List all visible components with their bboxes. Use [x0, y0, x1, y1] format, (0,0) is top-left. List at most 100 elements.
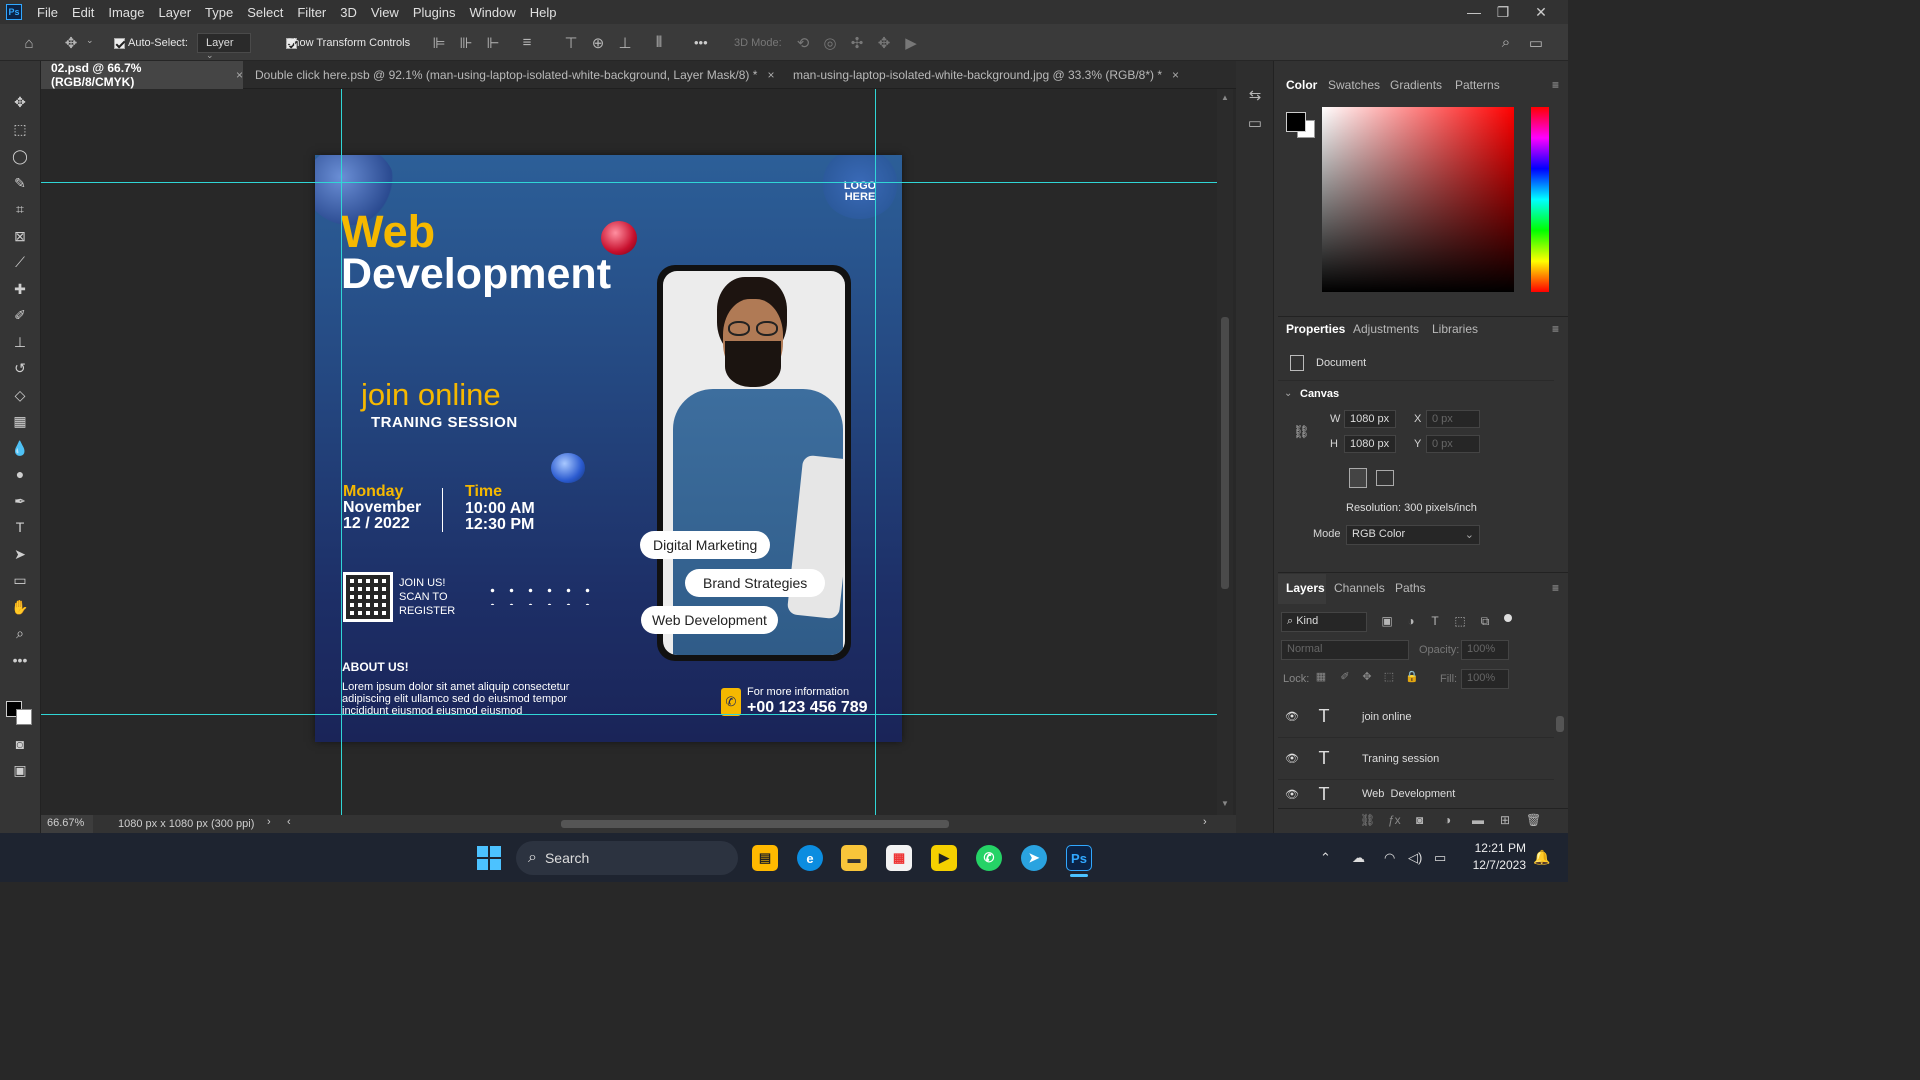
roll-3d-icon[interactable]: ◎	[821, 34, 839, 52]
quick-mask-icon[interactable]: ◙	[8, 733, 32, 755]
chevron-down-icon[interactable]: ⌄	[86, 35, 94, 46]
tab-properties[interactable]: Properties	[1286, 322, 1345, 336]
move-tool-icon[interactable]: ✥	[60, 33, 82, 53]
eyedropper-tool-icon[interactable]: ⟋	[8, 251, 32, 273]
image-filter-icon[interactable]: ▣	[1380, 614, 1394, 628]
close-window-icon[interactable]: ✕	[1524, 0, 1558, 24]
auto-select-checkbox[interactable]	[114, 38, 125, 49]
canvas-x-field[interactable]: 0 px	[1426, 410, 1480, 428]
lasso-tool-icon[interactable]: ◯	[8, 145, 32, 167]
align-right-icon[interactable]: ⊩	[484, 34, 502, 52]
taskbar-search-box[interactable]: ⌕ Search	[516, 841, 738, 875]
home-icon[interactable]: ⌂	[18, 33, 40, 53]
horizontal-scroll-thumb[interactable]	[561, 820, 949, 828]
smart-object-filter-icon[interactable]: ⧉	[1478, 614, 1492, 629]
camera-3d-icon[interactable]: ▶	[902, 34, 920, 52]
tab-paths[interactable]: Paths	[1395, 581, 1426, 595]
delete-layer-icon[interactable]: 🗑	[1526, 813, 1541, 827]
fill-field[interactable]: 100%	[1461, 669, 1509, 689]
lock-pixels-icon[interactable]: ✐	[1338, 670, 1352, 683]
history-brush-icon[interactable]: ↺	[8, 357, 32, 379]
chevron-up-icon[interactable]: ⌃	[1320, 850, 1331, 866]
start-icon[interactable]	[477, 846, 501, 870]
stamp-tool-icon[interactable]: ⊥	[8, 331, 32, 353]
tab-libraries[interactable]: Libraries	[1432, 322, 1478, 336]
tab-double-click-psb[interactable]: Double click here.psb @ 92.1% (man-using…	[245, 61, 775, 89]
align-top-icon[interactable]: ⊤	[562, 34, 580, 52]
telegram-icon[interactable]: ➤	[1021, 845, 1047, 871]
adjustment-layer-icon[interactable]: ◑	[1444, 813, 1451, 827]
file-explorer-icon[interactable]: ▬	[841, 845, 867, 871]
volume-icon[interactable]: ◁)	[1408, 850, 1422, 866]
guide-horizontal[interactable]	[41, 182, 1217, 183]
opacity-field[interactable]: 100%	[1461, 640, 1509, 660]
scroll-up-icon[interactable]: ▲	[1221, 93, 1229, 102]
close-tab-icon[interactable]: ×	[236, 68, 243, 82]
frame-tool-icon[interactable]: ⊠	[8, 225, 32, 247]
gradient-tool-icon[interactable]: ▦	[8, 410, 32, 432]
tab-color[interactable]: Color	[1286, 78, 1317, 92]
rectangle-tool-icon[interactable]: ▭	[8, 569, 32, 591]
link-icon[interactable]: ⛓	[1293, 424, 1310, 440]
edge-icon[interactable]: e	[797, 845, 823, 871]
background-color-swatch[interactable]	[16, 709, 32, 725]
hand-tool-icon[interactable]: ✋	[8, 596, 32, 618]
portrait-orientation-icon[interactable]	[1349, 468, 1367, 488]
guide-vertical[interactable]	[341, 89, 342, 815]
zoom-tool-icon[interactable]: ⌕	[8, 622, 32, 644]
scroll-down-icon[interactable]: ▼	[1221, 799, 1229, 808]
new-layer-icon[interactable]: ⊞	[1500, 813, 1510, 827]
canvas-height-field[interactable]: 1080 px	[1344, 435, 1396, 453]
link-layers-icon[interactable]: ⛓	[1360, 813, 1375, 827]
chevron-down-icon[interactable]: ⌄	[1284, 388, 1292, 399]
eraser-tool-icon[interactable]: ◇	[8, 384, 32, 406]
marquee-tool-icon[interactable]: ⬚	[8, 118, 32, 140]
adjustment-filter-icon[interactable]: ◑	[1404, 614, 1418, 628]
orbit-3d-icon[interactable]: ⟲	[794, 34, 812, 52]
menu-image[interactable]: Image	[101, 5, 151, 20]
scrollbar-thumb[interactable]	[1221, 317, 1229, 589]
layers-scrollbar-thumb[interactable]	[1556, 716, 1564, 732]
tab-patterns[interactable]: Patterns	[1455, 78, 1500, 92]
layer-row[interactable]: 👁 T Traning session	[1278, 738, 1554, 780]
guide-vertical[interactable]	[875, 89, 876, 815]
move-tool-icon[interactable]: ✥	[8, 91, 32, 113]
onedrive-icon[interactable]: ☁	[1352, 850, 1365, 866]
close-tab-icon[interactable]: ×	[1172, 68, 1179, 82]
player-icon[interactable]: ▶	[931, 845, 957, 871]
scroll-right-icon[interactable]: ›	[1203, 816, 1207, 828]
whatsapp-icon[interactable]: ✆	[976, 845, 1002, 871]
panel-menu-icon[interactable]: ≡	[1552, 322, 1559, 336]
menu-3d[interactable]: 3D	[333, 5, 364, 20]
align-center-icon[interactable]: ⊪	[457, 34, 475, 52]
menu-view[interactable]: View	[364, 5, 406, 20]
add-mask-icon[interactable]: ◙	[1416, 813, 1423, 827]
slide-3d-icon[interactable]: ✥	[875, 34, 893, 52]
menu-type[interactable]: Type	[198, 5, 240, 20]
new-group-icon[interactable]: ▬	[1472, 813, 1484, 827]
pan-3d-icon[interactable]: ✣	[848, 34, 866, 52]
panel-menu-icon[interactable]: ≡	[1552, 581, 1559, 595]
menu-file[interactable]: File	[30, 5, 65, 20]
layer-row[interactable]: 👁 T join online	[1278, 696, 1554, 738]
tab-adjustments[interactable]: Adjustments	[1353, 322, 1419, 336]
distribute-icon[interactable]: ≡	[518, 34, 536, 51]
fx-icon[interactable]: ƒx	[1388, 813, 1401, 827]
align-left-icon[interactable]: ⊫	[430, 34, 448, 52]
type-filter-icon[interactable]: T	[1428, 614, 1442, 628]
landscape-orientation-icon[interactable]	[1376, 470, 1394, 486]
vertical-scrollbar[interactable]: ▲ ▼	[1217, 89, 1233, 815]
color-mode-dropdown[interactable]: RGB Color ⌄	[1346, 525, 1480, 545]
chevron-right-icon[interactable]: ›	[267, 816, 271, 828]
screen-mode-icon[interactable]: ▣	[8, 759, 32, 781]
menu-help[interactable]: Help	[523, 5, 564, 20]
menu-filter[interactable]: Filter	[290, 5, 333, 20]
scroll-left-icon[interactable]: ‹	[287, 816, 291, 828]
canvas-area[interactable]: LOGO HERE Web Development join online TR…	[41, 89, 1217, 815]
battery-icon[interactable]: ▭	[1434, 850, 1446, 866]
tab-layers[interactable]: Layers	[1286, 581, 1325, 595]
healing-brush-icon[interactable]: ✚	[8, 278, 32, 300]
lock-all-icon[interactable]: 🔒	[1405, 670, 1419, 683]
blur-tool-icon[interactable]: 💧	[8, 437, 32, 459]
restore-icon[interactable]: ❐	[1486, 0, 1520, 24]
